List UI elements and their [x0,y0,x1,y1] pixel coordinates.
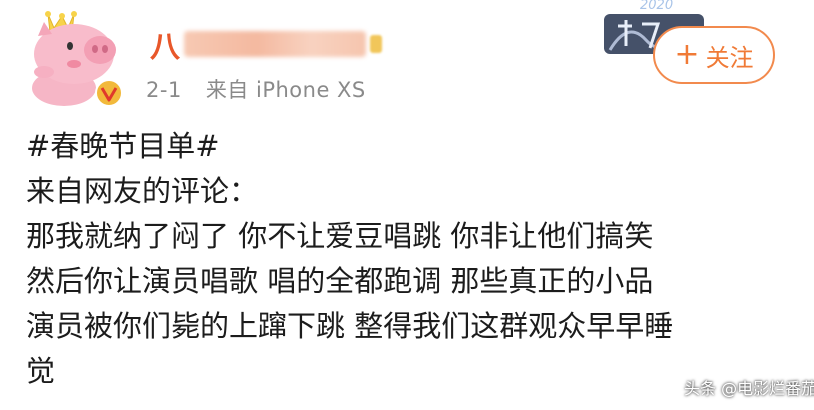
follow-button[interactable]: + 关注 [653,26,775,84]
username-blurred [184,31,367,57]
watermark: 头条 @电影烂番茄 [684,379,814,398]
username-visible-fragment: 八 [150,30,180,65]
verified-v-icon [95,79,123,107]
content-line: 来自网友的评论： [26,174,259,208]
content-line: 然后你让演员唱歌 唱的全都跑调 那些真正的小品 [26,264,654,298]
content-line: 那我就纳了闷了 你不让爱豆唱跳 你非让他们搞笑 [26,219,654,253]
member-level-icon [370,35,382,53]
hashtag-line[interactable]: #春晚节目单# [26,124,796,169]
plus-icon: + [674,37,700,72]
username[interactable]: 八 [150,26,382,65]
post-source[interactable]: 来自 iPhone XS [206,78,366,102]
content-line: 觉 [26,354,56,388]
content-line: 演员被你们毙的上蹿下跳 整得我们这群观众早早睡 [26,309,674,343]
post-content: #春晚节目单# 来自网友的评论： 那我就纳了闷了 你不让爱豆唱跳 你非让他们搞笑… [26,124,796,394]
post-date: 2-1 [146,78,182,102]
follow-button-label: 关注 [705,43,754,72]
avatar[interactable] [14,6,132,108]
post-meta: 2-1 来自 iPhone XS [146,74,390,104]
badge-year: 2020 [640,0,674,13]
